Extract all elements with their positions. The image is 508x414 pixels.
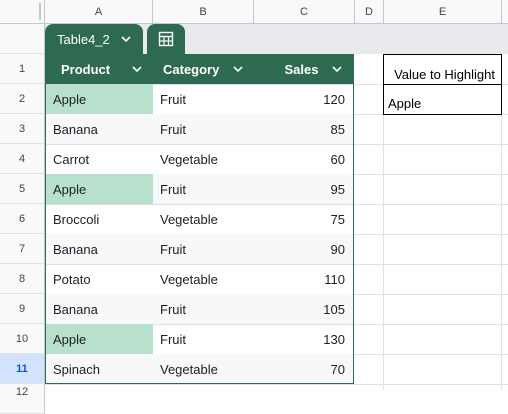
cell-category[interactable]: Fruit bbox=[153, 174, 253, 204]
cell-product[interactable]: Carrot bbox=[46, 144, 153, 174]
cell-sales[interactable]: 130 bbox=[253, 324, 353, 354]
table-name-chip[interactable]: Table4_2 bbox=[45, 24, 143, 54]
header-product[interactable]: Product bbox=[46, 54, 153, 84]
cell-sales[interactable]: 110 bbox=[253, 264, 353, 294]
header-category[interactable]: Category bbox=[153, 54, 254, 84]
cell-product[interactable]: Potato bbox=[46, 264, 153, 294]
cell-category[interactable]: Vegetable bbox=[153, 264, 253, 294]
chevron-down-icon[interactable] bbox=[331, 63, 343, 75]
cell-category[interactable]: Vegetable bbox=[153, 204, 253, 234]
cell-sales[interactable]: 90 bbox=[253, 234, 353, 264]
cell-product[interactable]: Banana bbox=[46, 114, 153, 144]
cell-category[interactable]: Fruit bbox=[153, 84, 253, 114]
table-row: Banana Fruit 105 bbox=[46, 294, 353, 324]
table-row: Banana Fruit 90 bbox=[46, 234, 353, 264]
cell-product[interactable]: Apple bbox=[46, 324, 153, 354]
cell-product[interactable]: Broccoli bbox=[46, 204, 153, 234]
cell-sales[interactable]: 60 bbox=[253, 144, 353, 174]
table-row: Apple Fruit 130 bbox=[46, 324, 353, 354]
grid-line bbox=[45, 384, 508, 385]
row-header-11[interactable]: 11 bbox=[0, 354, 45, 384]
row-header-3[interactable]: 3 bbox=[0, 114, 45, 144]
cell-category[interactable]: Fruit bbox=[153, 294, 253, 324]
cell-product[interactable]: Apple bbox=[46, 84, 153, 114]
row-header-6[interactable]: 6 bbox=[0, 204, 45, 234]
row-header-2[interactable]: 2 bbox=[0, 84, 45, 114]
cell-category[interactable]: Fruit bbox=[153, 234, 253, 264]
row-header-1[interactable]: 1 bbox=[0, 54, 45, 84]
chevron-down-icon[interactable] bbox=[232, 63, 244, 75]
table-row: Apple Fruit 120 bbox=[46, 84, 353, 114]
header-sales[interactable]: Sales bbox=[254, 54, 353, 84]
header-category-label: Category bbox=[163, 61, 220, 77]
row-header-9[interactable]: 9 bbox=[0, 294, 45, 324]
row-header-4[interactable]: 4 bbox=[0, 144, 45, 174]
row-header-10[interactable]: 10 bbox=[0, 324, 45, 354]
cell-sales[interactable]: 105 bbox=[253, 294, 353, 324]
cell-category[interactable]: Vegetable bbox=[153, 144, 253, 174]
column-header-b[interactable]: B bbox=[153, 0, 254, 24]
column-header-f[interactable] bbox=[502, 0, 508, 24]
table-row: Carrot Vegetable 60 bbox=[46, 144, 353, 174]
header-sales-label: Sales bbox=[284, 61, 319, 77]
header-product-label: Product bbox=[61, 61, 111, 77]
column-header-e[interactable]: E bbox=[384, 0, 502, 24]
table-row: Potato Vegetable 110 bbox=[46, 264, 353, 294]
table-name: Table4_2 bbox=[57, 31, 110, 47]
table-row: Broccoli Vegetable 75 bbox=[46, 204, 353, 234]
cell-product[interactable]: Apple bbox=[46, 174, 153, 204]
table-row: Banana Fruit 85 bbox=[46, 114, 353, 144]
chevron-down-icon[interactable] bbox=[131, 63, 143, 75]
row-header-12[interactable]: 12 bbox=[0, 384, 45, 414]
cell-product[interactable]: Spinach bbox=[46, 354, 153, 384]
column-header-c[interactable]: C bbox=[254, 0, 355, 24]
cell-sales[interactable]: 120 bbox=[253, 84, 353, 114]
chevron-down-icon bbox=[121, 36, 131, 43]
row-header-5[interactable]: 5 bbox=[0, 174, 45, 204]
cell-sales[interactable]: 70 bbox=[253, 354, 353, 384]
cell-sales[interactable]: 95 bbox=[253, 174, 353, 204]
column-header-a[interactable]: A bbox=[45, 0, 153, 24]
column-header-d[interactable]: D bbox=[355, 0, 384, 24]
highlight-label-cell[interactable]: Value to Highlight bbox=[384, 55, 501, 84]
select-all-corner[interactable] bbox=[0, 0, 45, 24]
cell-category[interactable]: Fruit bbox=[153, 324, 253, 354]
cell-category[interactable]: Fruit bbox=[153, 114, 253, 144]
cell-category[interactable]: Vegetable bbox=[153, 354, 253, 384]
cell-sales[interactable]: 85 bbox=[253, 114, 353, 144]
table-row: Spinach Vegetable 70 bbox=[46, 354, 353, 384]
row-header-7[interactable]: 7 bbox=[0, 234, 45, 264]
row-header-8[interactable]: 8 bbox=[0, 264, 45, 294]
table-row: Apple Fruit 95 bbox=[46, 174, 353, 204]
table-menu-button[interactable] bbox=[147, 24, 185, 54]
cell-product[interactable]: Banana bbox=[46, 294, 153, 324]
row-header-spacer bbox=[0, 24, 45, 54]
cell-sales[interactable]: 75 bbox=[253, 204, 353, 234]
cell-product[interactable]: Banana bbox=[46, 234, 153, 264]
table-icon bbox=[158, 31, 174, 47]
highlight-value-cell[interactable]: Apple bbox=[384, 85, 501, 114]
